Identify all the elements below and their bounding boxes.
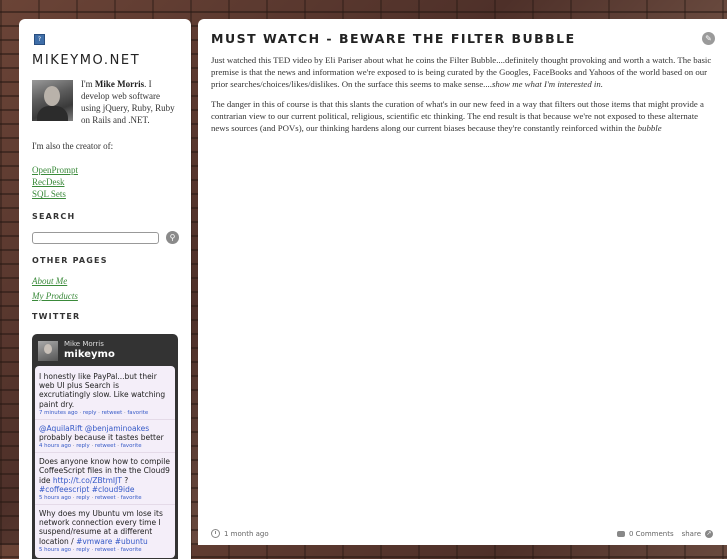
tweet-favorite[interactable]: favorite (127, 410, 148, 416)
twitter-heading: TWITTER (32, 312, 81, 321)
tweet-hashtag[interactable]: #ubuntu (115, 537, 148, 546)
post-comments[interactable]: 0 Comments (629, 530, 674, 538)
site-logo-icon[interactable]: ? (34, 34, 45, 45)
twitter-tweets: I honestly like PayPal...but their web U… (35, 366, 175, 558)
tweet-link[interactable]: http://t.co/ZBtmIJT (53, 476, 122, 485)
other-pages-heading: OTHER PAGES (32, 256, 108, 265)
site-title[interactable]: MIKEYMO.NET (32, 53, 179, 68)
bio: I'm Mike Morris. I develop web software … (32, 78, 179, 126)
tweet-favorite[interactable]: favorite (121, 495, 142, 501)
tweet: Does anyone know how to compile CoffeeSc… (35, 453, 175, 506)
creator-link-sqlsets[interactable]: SQL Sets (32, 188, 179, 200)
tweet-retweet[interactable]: retweet (95, 495, 116, 501)
search-row: ⚲ (32, 231, 179, 244)
tweet-time[interactable]: 5 hours ago (39, 495, 71, 501)
tweet-reply[interactable]: reply (76, 495, 90, 501)
post-text: The danger in this of course is that thi… (211, 99, 704, 133)
tweet-retweet[interactable]: retweet (102, 410, 123, 416)
tweet-time[interactable]: 4 hours ago (39, 443, 71, 449)
creator-link-recdesk[interactable]: RecDesk (32, 176, 179, 188)
tweet: I honestly like PayPal...but their web U… (35, 368, 175, 420)
twitter-name[interactable]: Mike Morris (64, 340, 115, 349)
page-link-my-products[interactable]: My Products (32, 290, 179, 302)
bio-name: Mike Morris (94, 79, 145, 89)
twitter-avatar[interactable] (38, 340, 58, 361)
tweet-hashtag[interactable]: #coffeescript (39, 485, 89, 494)
tweet-time[interactable]: 5 hours ago (39, 547, 71, 553)
post-emphasis: show me what I'm interested in. (491, 79, 603, 89)
tweet-favorite[interactable]: favorite (121, 547, 142, 553)
bio-prefix: I'm (81, 79, 95, 89)
post-emphasis: bubble (637, 123, 662, 133)
post-body: Just watched this TED video by Eli Paris… (211, 54, 713, 134)
tweet-body-2: ? (121, 475, 129, 485)
tweet-body: probably because it tastes better (39, 433, 164, 443)
tweet: Why does my Ubuntu vm lose its network c… (35, 505, 175, 556)
comments-icon (616, 530, 625, 537)
edit-icon[interactable]: ✎ (702, 32, 715, 45)
tweet-reply[interactable]: reply (76, 547, 90, 553)
avatar (32, 80, 73, 121)
post-title[interactable]: MUST WATCH - BEWARE THE FILTER BUBBLE (211, 31, 713, 46)
tweet-retweet[interactable]: retweet (95, 547, 116, 553)
post-footer: 1 month ago 0 Comments share ↗ (211, 529, 713, 538)
tweet-mention[interactable]: @AquilaRift (39, 424, 83, 433)
post-text: Just watched this TED video by Eli Paris… (211, 55, 712, 89)
tweet-text: Why does my Ubuntu vm lose its network c… (39, 509, 171, 546)
tweet-text: Does anyone know how to compile CoffeeSc… (39, 457, 171, 494)
tweet-text: @AquilaRift @benjaminoakes probably beca… (39, 424, 171, 442)
tweet-reply[interactable]: reply (76, 443, 90, 449)
tweet-text: I honestly like PayPal...but their web U… (39, 372, 166, 409)
tweet-retweet[interactable]: retweet (95, 443, 116, 449)
bio-text: I'm Mike Morris. I develop web software … (81, 78, 179, 126)
creator-link-openprompt[interactable]: OpenPrompt (32, 164, 179, 176)
post-paragraph: Just watched this TED video by Eli Paris… (211, 54, 713, 90)
search-input[interactable] (32, 231, 160, 244)
post-share[interactable]: share (682, 530, 701, 538)
main-content: MUST WATCH - BEWARE THE FILTER BUBBLE ✎ … (198, 19, 727, 545)
page-link-about-me[interactable]: About Me (32, 275, 179, 287)
share-icon[interactable]: ↗ (705, 529, 713, 538)
tweet-reply[interactable]: reply (83, 410, 97, 416)
sidebar: ? MIKEYMO.NET I'm Mike Morris. I develop… (19, 19, 191, 559)
tweet-hashtag[interactable]: #cloud9ide (92, 485, 135, 494)
tweet-mention[interactable]: @benjaminoakes (85, 424, 149, 433)
creator-text: I'm also the creator of: (32, 141, 114, 151)
tweet-time[interactable]: 7 minutes ago (39, 410, 78, 416)
search-icon: ⚲ (169, 233, 176, 242)
twitter-header: Mike Morris mikeymo (32, 340, 178, 366)
search-button[interactable]: ⚲ (166, 231, 179, 244)
tweet: @AquilaRift @benjaminoakes probably beca… (35, 420, 175, 454)
post-time[interactable]: 1 month ago (224, 530, 269, 538)
twitter-handle[interactable]: mikeymo (64, 349, 115, 361)
tweet-favorite[interactable]: favorite (121, 443, 142, 449)
clock-icon (211, 529, 220, 538)
post-paragraph: The danger in this of course is that thi… (211, 98, 713, 134)
twitter-widget: Mike Morris mikeymo I honestly like PayP… (32, 334, 178, 559)
search-heading: SEARCH (32, 212, 76, 221)
tweet-hashtag[interactable]: #vmware (76, 537, 112, 546)
